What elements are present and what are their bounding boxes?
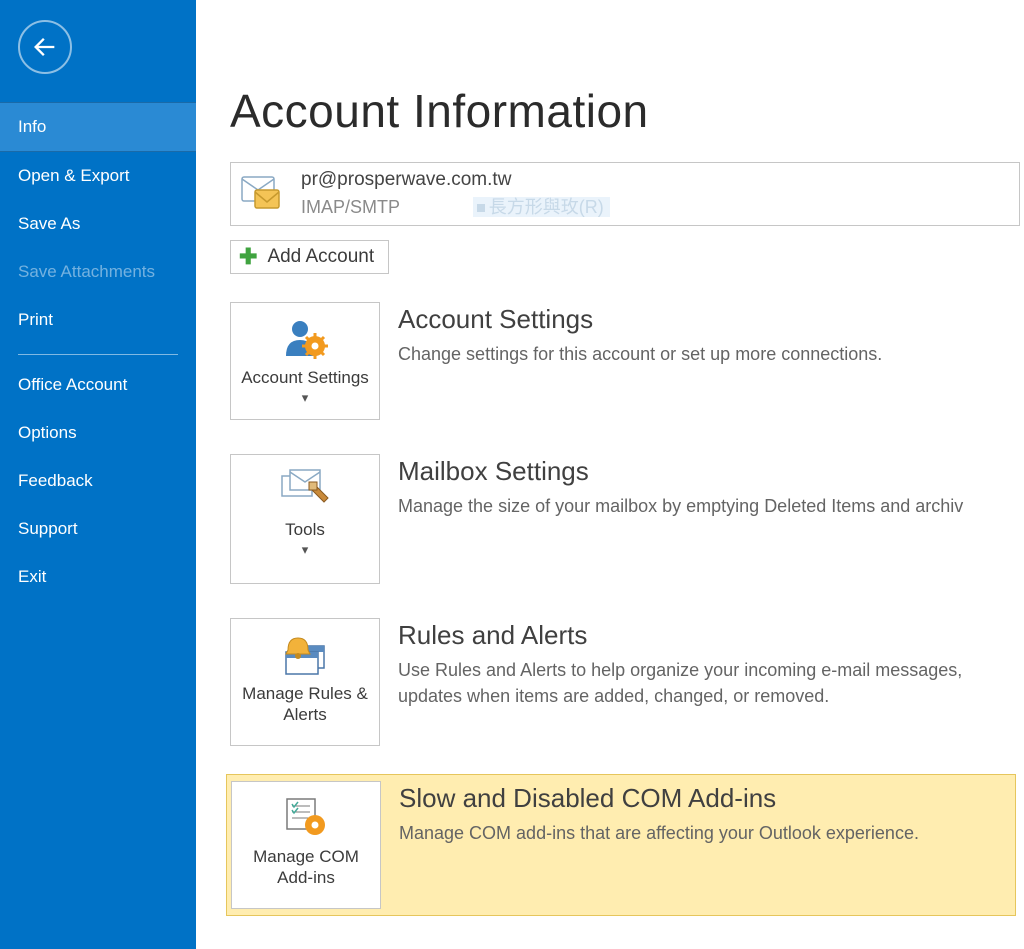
add-account-label: Add Account: [267, 246, 374, 268]
account-email: pr@prosperwave.com.tw: [301, 169, 610, 191]
section-desc: Manage COM add-ins that are affecting yo…: [399, 820, 1015, 846]
sidebar-item-label: Save Attachments: [18, 262, 155, 281]
chevron-down-icon: ▾: [302, 390, 309, 406]
account-ghost-overlay: 長方形與玫(R): [473, 197, 610, 217]
account-selector[interactable]: pr@prosperwave.com.tw IMAP/SMTP 長方形與玫(R): [230, 162, 1020, 226]
sidebar-item-label: Feedback: [18, 471, 93, 490]
sidebar-item-label: Office Account: [18, 375, 127, 394]
com-addins-icon: [283, 792, 329, 842]
sidebar-item-open-export[interactable]: Open & Export: [0, 152, 196, 200]
section-com-addins: Manage COM Add-ins Slow and Disabled COM…: [226, 774, 1016, 916]
plus-icon: ✚: [239, 246, 257, 268]
sidebar-item-label: Exit: [18, 567, 46, 586]
account-settings-icon: [282, 313, 328, 363]
manage-com-addins-button[interactable]: Manage COM Add-ins: [231, 781, 381, 909]
account-settings-button[interactable]: Account Settings ▾: [230, 302, 380, 420]
sidebar-item-print[interactable]: Print: [0, 296, 196, 344]
sidebar-item-label: Options: [18, 423, 77, 442]
section-title: Slow and Disabled COM Add-ins: [399, 783, 1015, 814]
section-text: Slow and Disabled COM Add-ins Manage COM…: [399, 781, 1015, 846]
sidebar-separator: [18, 354, 178, 355]
sidebar-item-feedback[interactable]: Feedback: [0, 457, 196, 505]
card-label: Tools: [285, 519, 325, 540]
card-label: Manage COM Add-ins: [238, 846, 374, 889]
back-button[interactable]: [18, 20, 72, 74]
tools-icon: [280, 465, 330, 515]
app-root: Info Open & Export Save As Save Attachme…: [0, 0, 1024, 949]
page-title: Account Information: [230, 84, 1024, 138]
chevron-down-icon: ▾: [302, 542, 309, 558]
section-rules-alerts: Manage Rules & Alerts Rules and Alerts U…: [230, 612, 1020, 752]
account-type: IMAP/SMTP 長方形與玫(R): [301, 193, 610, 219]
sidebar-item-info[interactable]: Info: [0, 102, 196, 152]
backstage-sidebar: Info Open & Export Save As Save Attachme…: [0, 0, 196, 949]
rules-alerts-icon: [280, 629, 330, 679]
section-account-settings: Account Settings ▾ Account Settings Chan…: [230, 296, 1020, 426]
section-title: Mailbox Settings: [398, 456, 1020, 487]
section-title: Rules and Alerts: [398, 620, 1020, 651]
card-label: Account Settings: [241, 367, 369, 388]
manage-rules-button[interactable]: Manage Rules & Alerts: [230, 618, 380, 746]
section-text: Mailbox Settings Manage the size of your…: [398, 454, 1020, 519]
sidebar-item-options[interactable]: Options: [0, 409, 196, 457]
account-info: pr@prosperwave.com.tw IMAP/SMTP 長方形與玫(R): [301, 169, 610, 219]
sidebar-item-label: Info: [18, 117, 46, 136]
section-desc: Manage the size of your mailbox by empty…: [398, 493, 1020, 519]
section-text: Account Settings Change settings for thi…: [398, 302, 1020, 367]
card-label: Manage Rules & Alerts: [237, 683, 373, 726]
add-account-button[interactable]: ✚ Add Account: [230, 240, 389, 274]
section-desc: Use Rules and Alerts to help organize yo…: [398, 657, 1020, 709]
sidebar-item-label: Save As: [18, 214, 80, 233]
sidebar-item-save-as[interactable]: Save As: [0, 200, 196, 248]
sidebar-item-support[interactable]: Support: [0, 505, 196, 553]
sidebar-item-label: Open & Export: [18, 166, 130, 185]
sidebar-item-save-attachments: Save Attachments: [0, 248, 196, 296]
account-envelope-icon: [241, 176, 283, 212]
back-arrow-icon: [31, 33, 59, 61]
tools-button[interactable]: Tools ▾: [230, 454, 380, 584]
section-text: Rules and Alerts Use Rules and Alerts to…: [398, 618, 1020, 709]
sidebar-item-office-account[interactable]: Office Account: [0, 361, 196, 409]
sidebar-item-label: Support: [18, 519, 78, 538]
main-content: Account Information pr@prosperwave.com.t…: [196, 0, 1024, 949]
sidebar-item-exit[interactable]: Exit: [0, 553, 196, 601]
section-mailbox-settings: Tools ▾ Mailbox Settings Manage the size…: [230, 448, 1020, 590]
sidebar-item-label: Print: [18, 310, 53, 329]
section-title: Account Settings: [398, 304, 1020, 335]
section-desc: Change settings for this account or set …: [398, 341, 1020, 367]
